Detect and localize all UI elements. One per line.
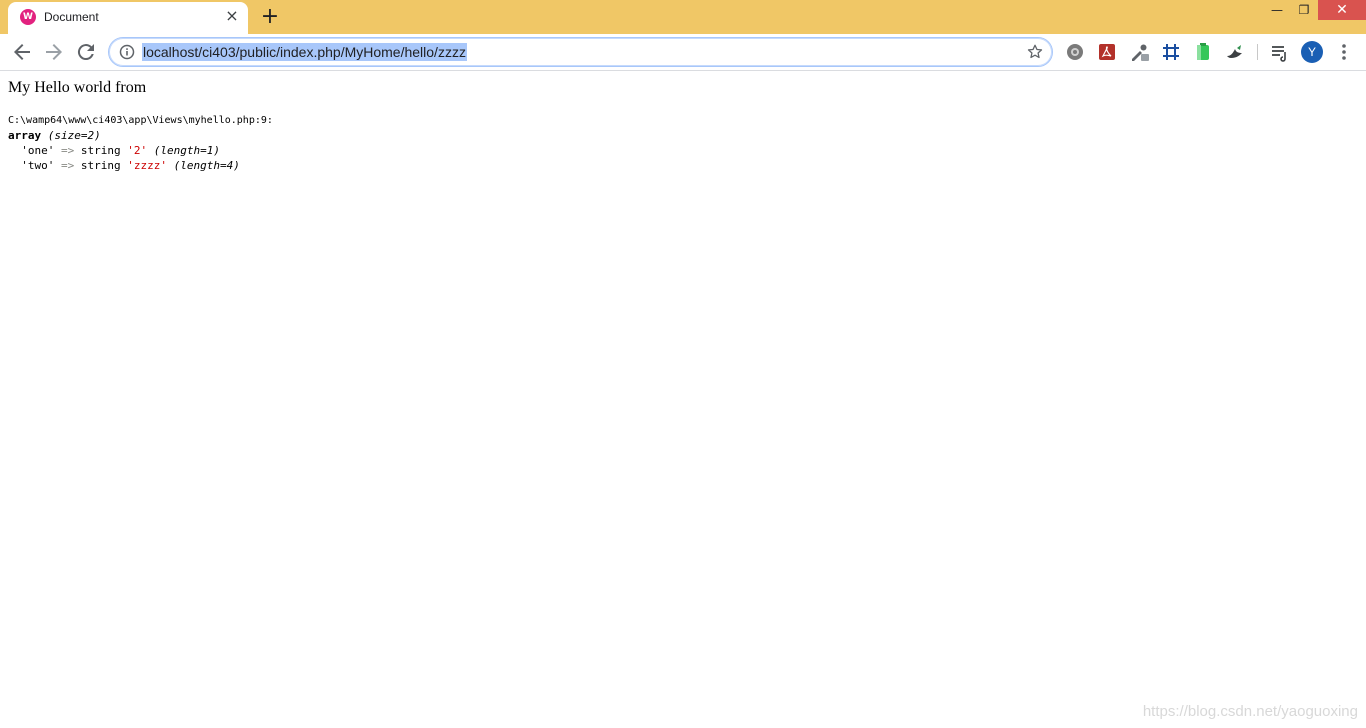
media-queue-icon[interactable]	[1270, 42, 1290, 62]
dump-row-type: string	[80, 159, 121, 172]
new-tab-plus-icon[interactable]: +	[258, 6, 282, 28]
title-bar: W Document × + — ❐ ✕	[0, 0, 1366, 34]
wamp-favicon-icon: W	[20, 9, 36, 25]
toolbar-separator	[1257, 44, 1258, 60]
dump-row-key: 'two'	[21, 159, 55, 172]
dump-row-length: (length=4)	[173, 159, 240, 172]
dump-file-path: C:\wamp64\www\ci403\app\Views\myhello.ph…	[8, 115, 273, 126]
back-arrow-icon[interactable]	[10, 40, 34, 64]
dump-row-length: (length=1)	[153, 144, 220, 157]
address-bar[interactable]: localhost/ci403/public/index.php/MyHome/…	[108, 37, 1053, 67]
kebab-menu-icon[interactable]	[1337, 42, 1351, 62]
dump-row-arrow: =>	[61, 159, 75, 172]
dump-row-key: 'one'	[21, 144, 55, 157]
extension-eyedropper-icon[interactable]	[1129, 42, 1149, 62]
dump-array-size: (size=2)	[47, 129, 101, 142]
forward-arrow-icon[interactable]	[42, 40, 66, 64]
var-dump-output: C:\wamp64\www\ci403\app\Views\myhello.ph…	[8, 112, 1348, 173]
dump-row-value: 'zzzz'	[127, 159, 167, 172]
tab-document[interactable]: W Document ×	[8, 2, 248, 34]
window-close-button[interactable]: ✕	[1318, 0, 1366, 20]
dump-array-keyword: array	[8, 129, 42, 142]
reload-icon[interactable]	[74, 40, 98, 64]
dump-row-value: '2'	[127, 144, 148, 157]
extension-dragon-icon[interactable]	[1225, 42, 1245, 62]
page-content: My Hello world from C:\wamp64\www\ci403\…	[8, 78, 1348, 173]
url-text[interactable]: localhost/ci403/public/index.php/MyHome/…	[142, 43, 467, 61]
watermark-text: https://blog.csdn.net/yaoguoxing	[1142, 703, 1358, 720]
extension-battery-icon[interactable]	[1193, 42, 1213, 62]
tab-title: Document	[44, 10, 99, 24]
bookmark-star-icon[interactable]	[1026, 43, 1044, 61]
extension-pdf-icon[interactable]	[1097, 42, 1117, 62]
extension-screen-capture-icon[interactable]	[1065, 42, 1085, 62]
hello-heading: My Hello world from	[8, 79, 147, 96]
info-icon[interactable]	[119, 44, 135, 60]
dump-row-arrow: =>	[61, 144, 75, 157]
profile-avatar[interactable]: Y	[1301, 41, 1323, 63]
dump-row-type: string	[80, 144, 121, 157]
browser-toolbar: localhost/ci403/public/index.php/MyHome/…	[0, 34, 1366, 71]
tab-close-icon[interactable]: ×	[224, 8, 240, 24]
extension-grid-ruler-icon[interactable]	[1161, 42, 1181, 62]
